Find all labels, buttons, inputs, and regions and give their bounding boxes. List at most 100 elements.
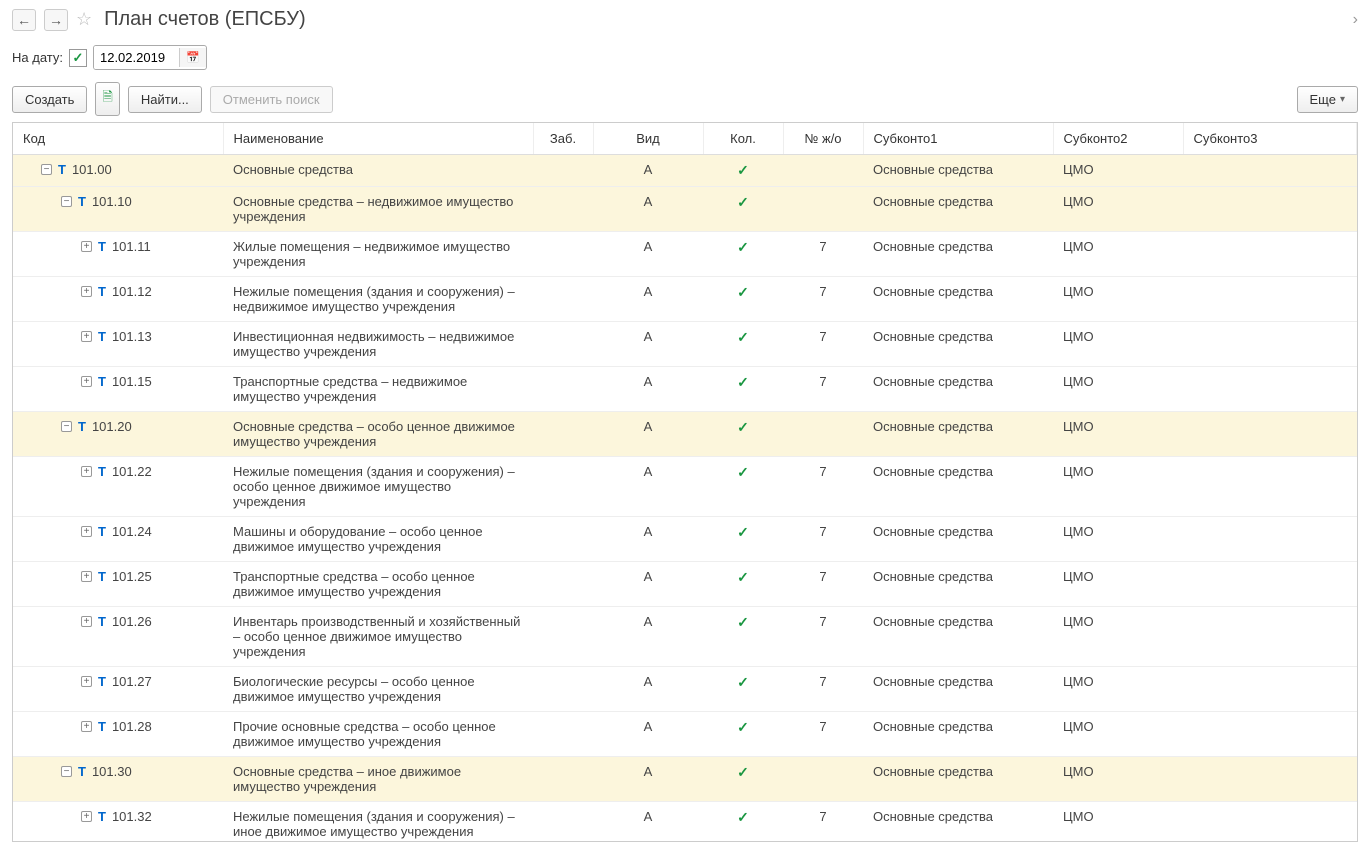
cell-zab xyxy=(533,277,593,322)
cell-sub1: Основные средства xyxy=(863,412,1053,457)
account-code: 101.30 xyxy=(92,764,132,779)
col-name[interactable]: Наименование xyxy=(223,123,533,155)
table-row[interactable]: +Т101.32Нежилые помещения (здания и соор… xyxy=(13,802,1357,843)
tree-toggle-icon[interactable]: + xyxy=(81,571,92,582)
date-filter-checkbox[interactable]: ✓ xyxy=(69,49,87,67)
cell-zab xyxy=(533,155,593,187)
table-row[interactable]: +Т101.26Инвентарь производственный и хоз… xyxy=(13,607,1357,667)
check-icon: ✓ xyxy=(737,374,749,390)
tree-toggle-icon[interactable]: − xyxy=(41,164,52,175)
col-kol[interactable]: Кол. xyxy=(703,123,783,155)
cell-zab xyxy=(533,457,593,517)
account-code: 101.10 xyxy=(92,194,132,209)
tree-toggle-icon[interactable]: − xyxy=(61,766,72,777)
cell-zab xyxy=(533,712,593,757)
table-row[interactable]: +Т101.11Жилые помещения – недвижимое иму… xyxy=(13,232,1357,277)
cell-jo: 7 xyxy=(783,802,863,843)
cell-sub2: ЦМО xyxy=(1053,667,1183,712)
find-button[interactable]: Найти... xyxy=(128,86,202,113)
back-button[interactable]: ← xyxy=(12,9,36,31)
check-icon: ✓ xyxy=(737,194,749,210)
table-row[interactable]: +Т101.24Машины и оборудование – особо це… xyxy=(13,517,1357,562)
col-zab[interactable]: Заб. xyxy=(533,123,593,155)
cell-sub3 xyxy=(1183,277,1357,322)
cell-jo: 7 xyxy=(783,457,863,517)
account-type-icon: Т xyxy=(78,764,86,779)
account-code: 101.22 xyxy=(112,464,152,479)
account-code: 101.32 xyxy=(112,809,152,824)
cell-sub2: ЦМО xyxy=(1053,277,1183,322)
col-sub1[interactable]: Субконто1 xyxy=(863,123,1053,155)
cell-kol: ✓ xyxy=(703,607,783,667)
table-row[interactable]: +Т101.25Транспортные средства – особо це… xyxy=(13,562,1357,607)
create-button[interactable]: Создать xyxy=(12,86,87,113)
table-row[interactable]: +Т101.22Нежилые помещения (здания и соор… xyxy=(13,457,1357,517)
cell-jo: 7 xyxy=(783,367,863,412)
cell-sub1: Основные средства xyxy=(863,367,1053,412)
cell-sub1: Основные средства xyxy=(863,155,1053,187)
account-type-icon: Т xyxy=(98,809,106,824)
account-code: 101.28 xyxy=(112,719,152,734)
cell-sub1: Основные средства xyxy=(863,232,1053,277)
favorite-icon[interactable]: ☆ xyxy=(76,9,92,30)
more-button[interactable]: Еще xyxy=(1297,86,1358,113)
tree-toggle-icon[interactable]: + xyxy=(81,376,92,387)
create-copy-button[interactable]: 🗎 xyxy=(95,82,119,116)
check-icon: ✓ xyxy=(737,284,749,300)
table-row[interactable]: +Т101.28Прочие основные средства – особо… xyxy=(13,712,1357,757)
cell-sub1: Основные средства xyxy=(863,712,1053,757)
col-sub3[interactable]: Субконто3 xyxy=(1183,123,1357,155)
tree-toggle-icon[interactable]: + xyxy=(81,526,92,537)
cell-jo xyxy=(783,187,863,232)
col-jo[interactable]: № ж/о xyxy=(783,123,863,155)
cell-vid: А xyxy=(593,667,703,712)
cell-sub3 xyxy=(1183,562,1357,607)
tree-toggle-icon[interactable]: + xyxy=(81,811,92,822)
account-name: Машины и оборудование – особо ценное дви… xyxy=(223,517,533,562)
account-name: Основные средства – иное движимое имущес… xyxy=(223,757,533,802)
table-row[interactable]: −Т 101.30 Основные средства – иное движимо… xyxy=(13,757,1357,802)
tree-toggle-icon[interactable]: + xyxy=(81,676,92,687)
cell-zab xyxy=(533,607,593,667)
calendar-icon[interactable]: 📅 xyxy=(179,48,206,67)
tree-toggle-icon[interactable]: + xyxy=(81,616,92,627)
check-icon: ✓ xyxy=(737,524,749,540)
account-type-icon: Т xyxy=(98,569,106,584)
cell-sub3 xyxy=(1183,607,1357,667)
date-filter-label: На дату: xyxy=(12,50,63,65)
account-code: 101.13 xyxy=(112,329,152,344)
tree-toggle-icon[interactable]: − xyxy=(61,421,72,432)
cell-sub3 xyxy=(1183,412,1357,457)
copy-icon: 🗎 xyxy=(102,89,112,104)
tree-toggle-icon[interactable]: + xyxy=(81,466,92,477)
tree-toggle-icon[interactable]: − xyxy=(61,196,72,207)
table-row[interactable]: +Т101.27Биологические ресурсы – особо це… xyxy=(13,667,1357,712)
table-row[interactable]: −Т101.00Основные средстваА✓Основные сред… xyxy=(13,155,1357,187)
table-row[interactable]: +Т101.13Инвестиционная недвижимость – не… xyxy=(13,322,1357,367)
col-sub2[interactable]: Субконто2 xyxy=(1053,123,1183,155)
chevron-right-icon[interactable]: › xyxy=(1353,11,1358,29)
tree-toggle-icon[interactable]: + xyxy=(81,721,92,732)
check-icon: ✓ xyxy=(737,674,749,690)
forward-button[interactable]: → xyxy=(44,9,68,31)
table-row[interactable]: +Т101.15Транспортные средства – недвижим… xyxy=(13,367,1357,412)
tree-toggle-icon[interactable]: + xyxy=(81,241,92,252)
cell-jo xyxy=(783,412,863,457)
more-button-label: Еще xyxy=(1310,92,1336,107)
col-vid[interactable]: Вид xyxy=(593,123,703,155)
tree-toggle-icon[interactable]: + xyxy=(81,331,92,342)
check-icon: ✓ xyxy=(737,719,749,735)
cell-sub3 xyxy=(1183,457,1357,517)
table-row[interactable]: −Т101.10Основные средства – недвижимое и… xyxy=(13,187,1357,232)
cell-jo: 7 xyxy=(783,517,863,562)
cell-zab xyxy=(533,412,593,457)
table-row[interactable]: −Т101.20Основные средства – особо ценное… xyxy=(13,412,1357,457)
table-row[interactable]: +Т101.12Нежилые помещения (здания и соор… xyxy=(13,277,1357,322)
cell-sub3 xyxy=(1183,187,1357,232)
tree-toggle-icon[interactable]: + xyxy=(81,286,92,297)
date-input[interactable] xyxy=(94,46,179,69)
cell-kol: ✓ xyxy=(703,232,783,277)
col-code[interactable]: Код xyxy=(13,123,223,155)
cell-sub2: ЦМО xyxy=(1053,232,1183,277)
cell-sub3 xyxy=(1183,667,1357,712)
